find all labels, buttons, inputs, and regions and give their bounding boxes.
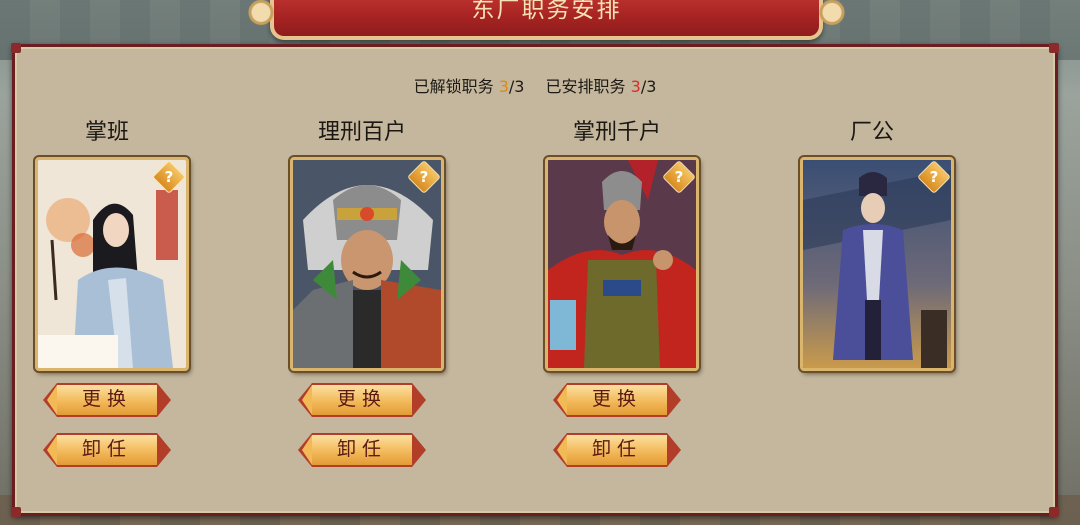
assigned-total: /3 [640,77,657,96]
change-button[interactable]: 更换 [298,383,426,417]
change-button-label: 更换 [591,388,642,410]
page-title: 东厂职务安排 [471,0,622,23]
change-button[interactable]: 更换 [43,383,171,417]
change-button[interactable]: 更换 [553,383,681,417]
change-button-label: 更换 [336,388,387,410]
officer-card[interactable]: ? [290,157,444,371]
title-banner: 东厂职务安排 [244,0,849,40]
button-ornament [412,385,422,415]
button-ornament [412,435,422,465]
dismiss-button[interactable]: 卸任 [553,433,681,467]
help-icon-glyph: ? [164,168,174,186]
dismiss-button-label: 卸任 [81,438,132,460]
panel-corner [1049,507,1059,517]
position-slot-zhangban: 掌班 ? 更换 卸任 [29,117,189,467]
scholar-portrait [38,160,186,368]
position-title: 厂公 [849,120,894,145]
armored-warrior-portrait [293,160,441,368]
assigned-label: 已安排职务 [545,77,626,96]
eunuch-official-portrait [803,160,951,368]
officer-card[interactable]: ? [35,157,189,371]
assigned-count: 已安排职务 3/3 [546,77,657,96]
officer-card[interactable]: ? [545,157,699,371]
help-icon-glyph: ? [674,168,684,186]
button-ornament [557,385,567,415]
help-icon-glyph: ? [929,168,939,186]
button-ornament [557,435,567,465]
button-ornament [157,435,167,465]
position-slot-zhangxing-qianhu: 掌刑千户 ? 更换 卸任 [539,117,699,467]
panel-corner [11,507,21,517]
position-title: 掌班 [84,120,129,145]
position-slot-lixing-baihu: 理刑百户 ? 更换 卸任 [284,117,444,467]
dismiss-button[interactable]: 卸任 [298,433,426,467]
unlocked-current: 3 [498,77,509,96]
button-ornament [302,385,312,415]
button-ornament [157,385,167,415]
button-ornament [47,435,57,465]
position-title: 理刑百户 [317,120,406,145]
general-red-cape-portrait [548,160,696,368]
button-ornament [667,385,677,415]
position-title: 掌刑千户 [572,120,661,145]
button-ornament [302,435,312,465]
button-ornament [667,435,677,465]
dismiss-button[interactable]: 卸任 [43,433,171,467]
assigned-current: 3 [630,77,641,96]
panel-corner [1049,43,1059,53]
unlocked-total: /3 [508,77,525,96]
position-slot-changgong: 厂公 ? [794,117,954,371]
assignment-panel: 已解锁职务 3/3 已安排职务 3/3 掌班 ? 更换 卸任 理刑百户 ? 更换… [11,43,1059,517]
help-icon-glyph: ? [419,168,429,186]
panel-corner [11,43,21,53]
change-button-label: 更换 [81,388,132,410]
dismiss-button-label: 卸任 [336,438,387,460]
unlocked-count: 已解锁职务 3/3 [414,77,530,96]
assignment-summary: 已解锁职务 3/3 已安排职务 3/3 [15,73,1055,97]
button-ornament [47,385,57,415]
dismiss-button-label: 卸任 [591,438,642,460]
officer-card[interactable]: ? [800,157,954,371]
unlocked-label: 已解锁职务 [413,77,494,96]
